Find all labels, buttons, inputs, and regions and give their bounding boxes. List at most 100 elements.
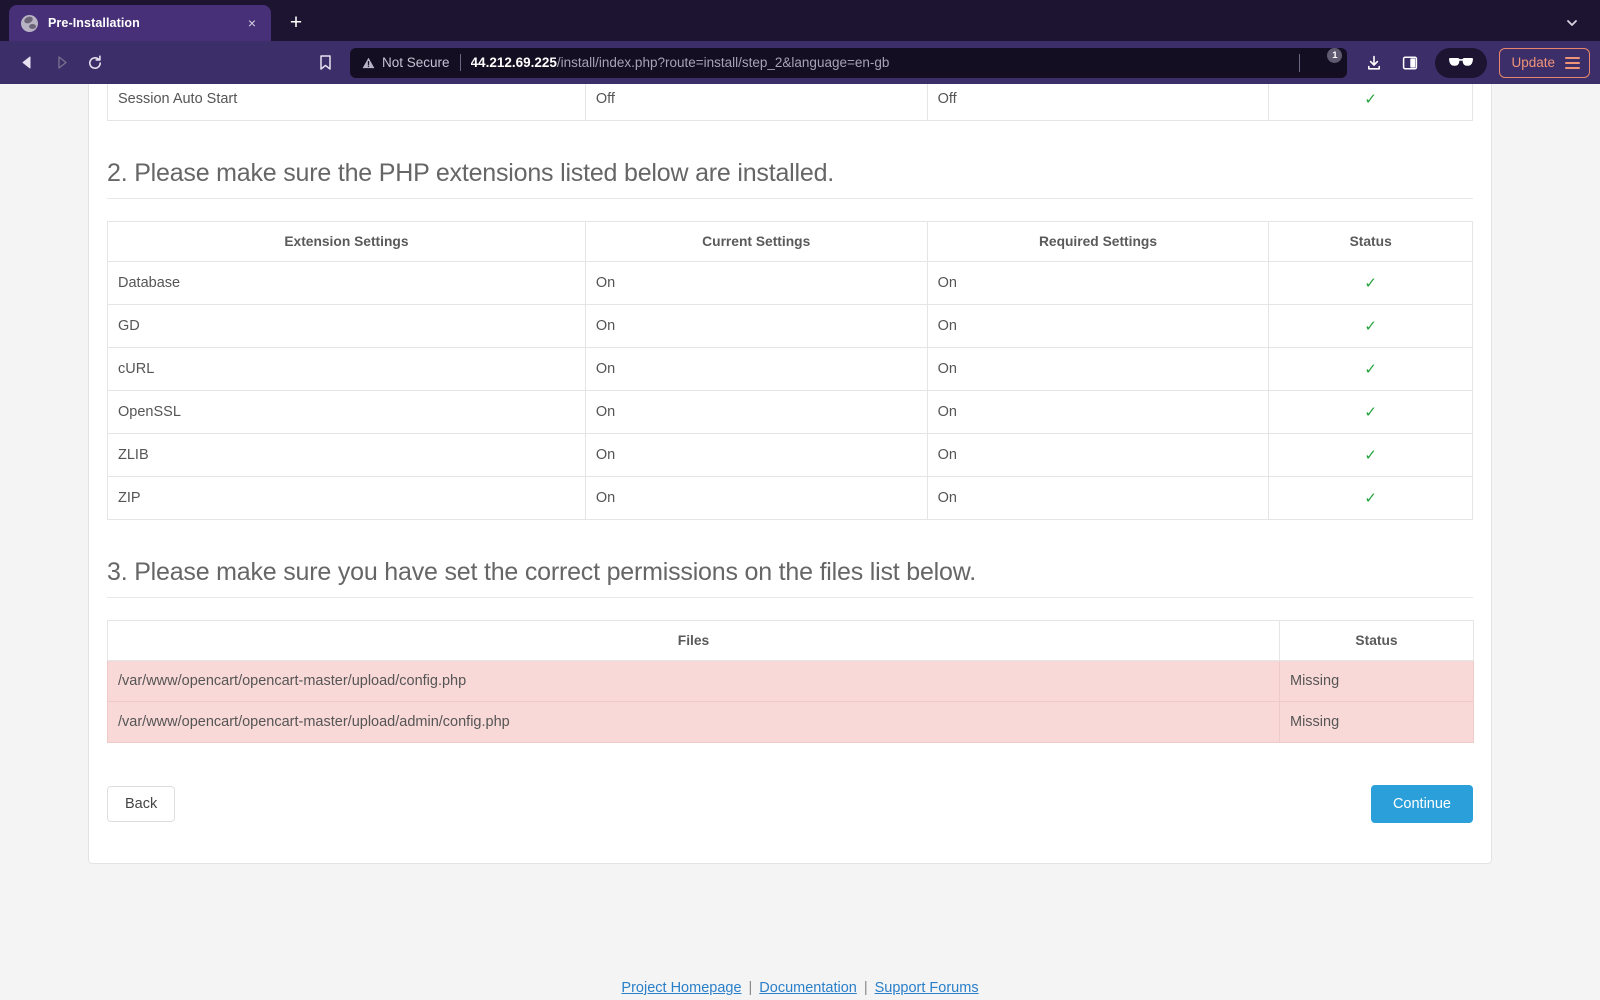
column-header-files: Files bbox=[107, 620, 1280, 661]
back-button[interactable]: Back bbox=[107, 786, 176, 822]
extension-required: On bbox=[926, 347, 1270, 391]
setting-current: Off bbox=[584, 84, 928, 121]
hamburger-menu-icon[interactable] bbox=[1565, 56, 1580, 69]
forward-arrow-icon bbox=[44, 47, 78, 79]
bookmark-icon[interactable] bbox=[308, 47, 342, 79]
extension-current: On bbox=[584, 261, 928, 305]
check-icon: ✓ bbox=[1364, 91, 1377, 108]
check-icon: ✓ bbox=[1364, 404, 1377, 421]
file-permissions-table: Files Status /var/www/opencart/opencart-… bbox=[107, 620, 1474, 743]
sidebar-panel-icon[interactable] bbox=[1393, 47, 1427, 79]
reload-icon[interactable] bbox=[78, 47, 112, 79]
section-3-heading: 3. Please make sure you have set the cor… bbox=[107, 558, 1473, 598]
table-row: Session Auto Start Off Off ✓ bbox=[107, 84, 1473, 121]
page-viewport: Magic Quotes GPC Off Off ✓ File Uploads … bbox=[0, 84, 1600, 1000]
table-row: /var/www/opencart/opencart-master/upload… bbox=[107, 660, 1474, 702]
url-host: 44.212.69.225 bbox=[470, 55, 557, 70]
extension-status: ✓ bbox=[1268, 261, 1473, 305]
check-icon: ✓ bbox=[1364, 490, 1377, 507]
browser-tab[interactable]: Pre-Installation × bbox=[9, 5, 271, 41]
url-right-divider bbox=[1299, 53, 1301, 72]
brave-shield-icon[interactable]: 1 bbox=[1315, 47, 1343, 74]
column-header-extension: Extension Settings bbox=[107, 221, 586, 262]
extension-status: ✓ bbox=[1268, 347, 1473, 391]
table-row: OpenSSL On On ✓ bbox=[107, 390, 1473, 434]
url-bar-wrapper: Not Secure 44.212.69.225/install/index.p… bbox=[342, 47, 1355, 78]
extension-name: ZLIB bbox=[107, 433, 586, 477]
chevron-down-icon[interactable] bbox=[1562, 13, 1582, 33]
extension-current: On bbox=[584, 476, 928, 520]
extension-name: Database bbox=[107, 261, 586, 305]
footer-links: Project Homepage | Documentation | Support F… bbox=[0, 980, 1600, 996]
tab-title: Pre-Installation bbox=[48, 16, 140, 30]
check-icon: ✓ bbox=[1364, 318, 1377, 335]
url-divider bbox=[459, 54, 461, 71]
table-row: cURL On On ✓ bbox=[107, 347, 1473, 391]
security-status-label: Not Secure bbox=[382, 55, 450, 70]
table-row: GD On On ✓ bbox=[107, 304, 1473, 348]
extension-required: On bbox=[926, 433, 1270, 477]
globe-icon bbox=[21, 14, 38, 32]
check-icon: ✓ bbox=[1364, 361, 1377, 378]
extension-status: ✓ bbox=[1268, 390, 1473, 434]
table-row: /var/www/opencart/opencart-master/upload… bbox=[107, 701, 1474, 743]
new-tab-button[interactable]: + bbox=[281, 8, 311, 38]
address-bar[interactable]: Not Secure 44.212.69.225/install/index.p… bbox=[350, 47, 1348, 78]
extension-status: ✓ bbox=[1268, 304, 1473, 348]
php-settings-table: Magic Quotes GPC Off Off ✓ File Uploads … bbox=[107, 84, 1473, 121]
extension-name: ZIP bbox=[107, 476, 586, 520]
form-actions: Back Continue bbox=[107, 785, 1473, 823]
url-text: 44.212.69.225/install/index.php?route=in… bbox=[471, 55, 1287, 70]
extension-name: OpenSSL bbox=[107, 390, 586, 434]
page-footer: Project Homepage | Documentation | Support F… bbox=[0, 980, 1600, 1000]
extension-name: cURL bbox=[107, 347, 586, 391]
column-header-required: Required Settings bbox=[926, 221, 1270, 262]
table-row: ZIP On On ✓ bbox=[107, 476, 1473, 520]
update-button[interactable]: Update bbox=[1499, 47, 1590, 78]
table-header-row: Extension Settings Current Settings Requ… bbox=[107, 221, 1473, 262]
tab-strip: Pre-Installation × + bbox=[0, 0, 1600, 41]
back-arrow-icon[interactable] bbox=[10, 47, 44, 79]
brave-vpn-glasses-icon[interactable] bbox=[1435, 47, 1488, 78]
download-icon[interactable] bbox=[1357, 47, 1391, 79]
extension-name: GD bbox=[107, 304, 586, 348]
url-path: /install/index.php?route=install/step_2&… bbox=[556, 55, 890, 70]
browser-toolbar: Not Secure 44.212.69.225/install/index.p… bbox=[0, 41, 1600, 84]
footer-separator: | bbox=[748, 980, 753, 996]
extension-current: On bbox=[584, 304, 928, 348]
link-support-forums[interactable]: Support Forums bbox=[875, 980, 979, 996]
link-project-homepage[interactable]: Project Homepage bbox=[621, 980, 741, 996]
setting-required: Off bbox=[926, 84, 1270, 121]
section-2-heading: 2. Please make sure the PHP extensions l… bbox=[107, 159, 1473, 199]
setting-status: ✓ bbox=[1268, 84, 1473, 121]
extension-current: On bbox=[584, 347, 928, 391]
browser-chrome: Pre-Installation × + Not Secure 44.212.6… bbox=[0, 0, 1600, 84]
table-row: Database On On ✓ bbox=[107, 261, 1473, 305]
column-header-status: Status bbox=[1268, 221, 1473, 262]
column-header-status: Status bbox=[1279, 620, 1474, 661]
extension-current: On bbox=[584, 433, 928, 477]
file-path: /var/www/opencart/opencart-master/upload… bbox=[107, 701, 1280, 743]
extension-required: On bbox=[926, 261, 1270, 305]
continue-button[interactable]: Continue bbox=[1370, 785, 1473, 823]
link-documentation[interactable]: Documentation bbox=[759, 980, 857, 996]
close-icon[interactable]: × bbox=[243, 14, 261, 32]
table-row: ZLIB On On ✓ bbox=[107, 433, 1473, 477]
update-button-label: Update bbox=[1511, 55, 1555, 70]
file-status: Missing bbox=[1279, 660, 1474, 702]
footer-separator: | bbox=[863, 980, 868, 996]
extension-status: ✓ bbox=[1268, 476, 1473, 520]
shield-badge-count: 1 bbox=[1327, 47, 1343, 63]
extension-required: On bbox=[926, 476, 1270, 520]
extension-status: ✓ bbox=[1268, 433, 1473, 477]
table-header-row: Files Status bbox=[107, 620, 1474, 661]
check-icon: ✓ bbox=[1364, 447, 1377, 464]
setting-name: Session Auto Start bbox=[107, 84, 586, 121]
file-path: /var/www/opencart/opencart-master/upload… bbox=[107, 660, 1280, 702]
column-header-current: Current Settings bbox=[584, 221, 928, 262]
warning-triangle-icon bbox=[362, 57, 375, 68]
check-icon: ✓ bbox=[1364, 275, 1377, 292]
extension-required: On bbox=[926, 390, 1270, 434]
file-status: Missing bbox=[1279, 701, 1474, 743]
installer-card: Magic Quotes GPC Off Off ✓ File Uploads … bbox=[88, 84, 1492, 864]
